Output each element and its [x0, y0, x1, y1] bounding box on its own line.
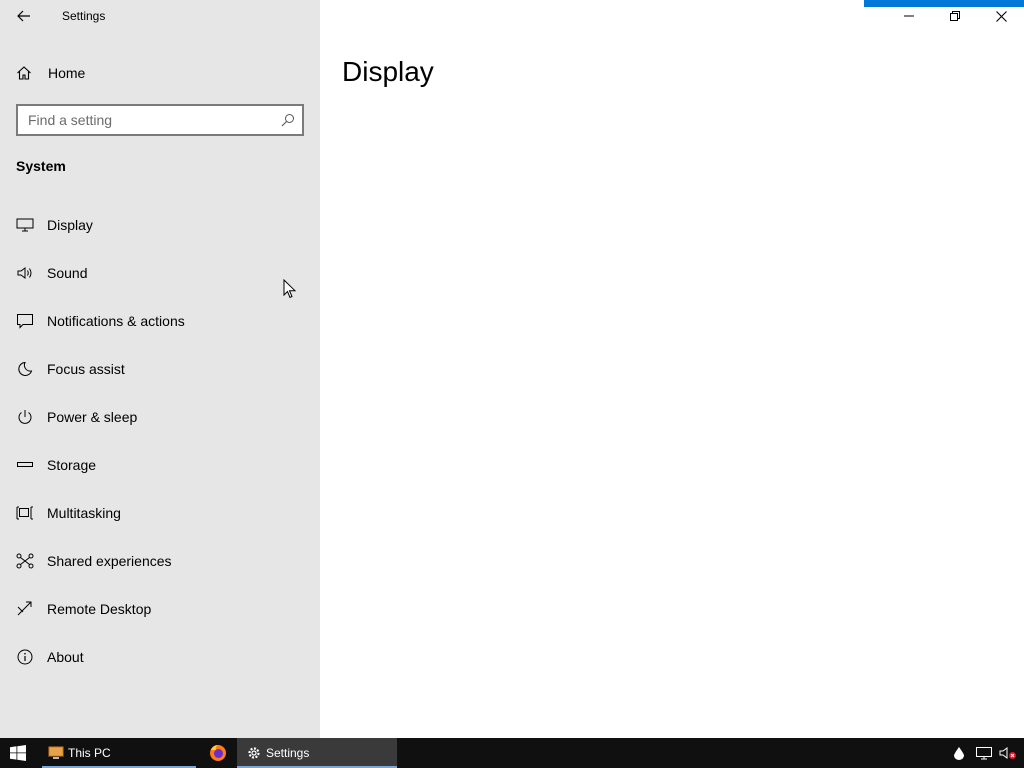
back-button[interactable] — [8, 4, 40, 28]
nav-item-label: Display — [47, 217, 93, 233]
nav-item-about[interactable]: About — [0, 633, 320, 681]
sidebar: Settings Home System Display — [0, 0, 320, 738]
restore-icon — [950, 11, 960, 21]
remote-desktop-icon — [16, 600, 34, 618]
search-icon[interactable] — [274, 113, 302, 127]
monitor-icon — [16, 216, 34, 234]
main-content: Display — [320, 0, 1024, 738]
info-icon — [16, 648, 34, 666]
nav-item-label: Multitasking — [47, 505, 121, 521]
nav-item-label: Sound — [47, 265, 88, 281]
taskbar-label: This PC — [68, 746, 111, 760]
title-bar: Settings — [0, 0, 320, 32]
start-button[interactable] — [0, 738, 36, 768]
nav-item-display[interactable]: Display — [0, 201, 320, 249]
gear-icon — [247, 746, 261, 760]
taskbar-firefox[interactable] — [200, 738, 236, 768]
speaker-icon — [16, 264, 34, 282]
home-label: Home — [48, 65, 86, 81]
mouse-cursor-icon — [283, 279, 297, 299]
nav-item-label: About — [47, 649, 84, 665]
taskbar-label: Settings — [266, 746, 310, 760]
dropbox-icon — [954, 747, 964, 760]
nav-item-label: Remote Desktop — [47, 601, 152, 617]
power-icon — [16, 408, 34, 426]
search-input[interactable] — [18, 106, 274, 134]
moon-icon — [16, 360, 34, 378]
taskbar: This PC Settings — [0, 738, 1024, 768]
storage-icon — [16, 456, 34, 474]
nav-item-multitasking[interactable]: Multitasking — [0, 489, 320, 537]
minimize-button[interactable] — [886, 0, 932, 32]
restore-button[interactable] — [932, 0, 978, 32]
nav-item-power-sleep[interactable]: Power & sleep — [0, 393, 320, 441]
section-heading: System — [16, 158, 66, 174]
home-nav-item[interactable]: Home — [0, 56, 320, 90]
back-arrow-icon — [17, 10, 30, 22]
search-box — [16, 104, 304, 136]
close-button[interactable] — [978, 0, 1024, 32]
nav-item-remote-desktop[interactable]: Remote Desktop — [0, 585, 320, 633]
nav-item-notifications[interactable]: Notifications & actions — [0, 297, 320, 345]
tray-volume[interactable] — [996, 738, 1020, 768]
close-icon — [995, 10, 1007, 22]
nav-item-sound[interactable]: Sound — [0, 249, 320, 297]
message-icon — [16, 312, 34, 330]
folder-icon — [48, 746, 64, 760]
nav-item-focus-assist[interactable]: Focus assist — [0, 345, 320, 393]
page-title: Display — [342, 56, 434, 87]
windows-logo-icon — [10, 745, 26, 761]
nav-item-label: Notifications & actions — [47, 313, 185, 329]
share-icon — [16, 552, 34, 570]
nav-item-label: Shared experiences — [47, 553, 172, 569]
app-title: Settings — [62, 9, 106, 23]
nav-item-label: Power & sleep — [47, 409, 138, 425]
home-icon — [16, 65, 36, 81]
volume-muted-icon — [999, 747, 1016, 759]
nav-item-shared-experiences[interactable]: Shared experiences — [0, 537, 320, 585]
nav-item-label: Storage — [47, 457, 97, 473]
firefox-icon — [209, 744, 227, 762]
tray-dropbox[interactable] — [948, 738, 970, 768]
nav-item-storage[interactable]: Storage — [0, 441, 320, 489]
multitasking-icon — [16, 504, 34, 522]
minimize-icon — [904, 15, 914, 17]
tray-network[interactable] — [972, 738, 996, 768]
taskbar-this-pc[interactable]: This PC — [42, 738, 196, 768]
network-icon — [976, 747, 992, 760]
system-nav: Display Sound Notifications & actions Fo… — [0, 201, 320, 681]
taskbar-settings[interactable]: Settings — [237, 738, 397, 768]
nav-item-label: Focus assist — [47, 361, 125, 377]
